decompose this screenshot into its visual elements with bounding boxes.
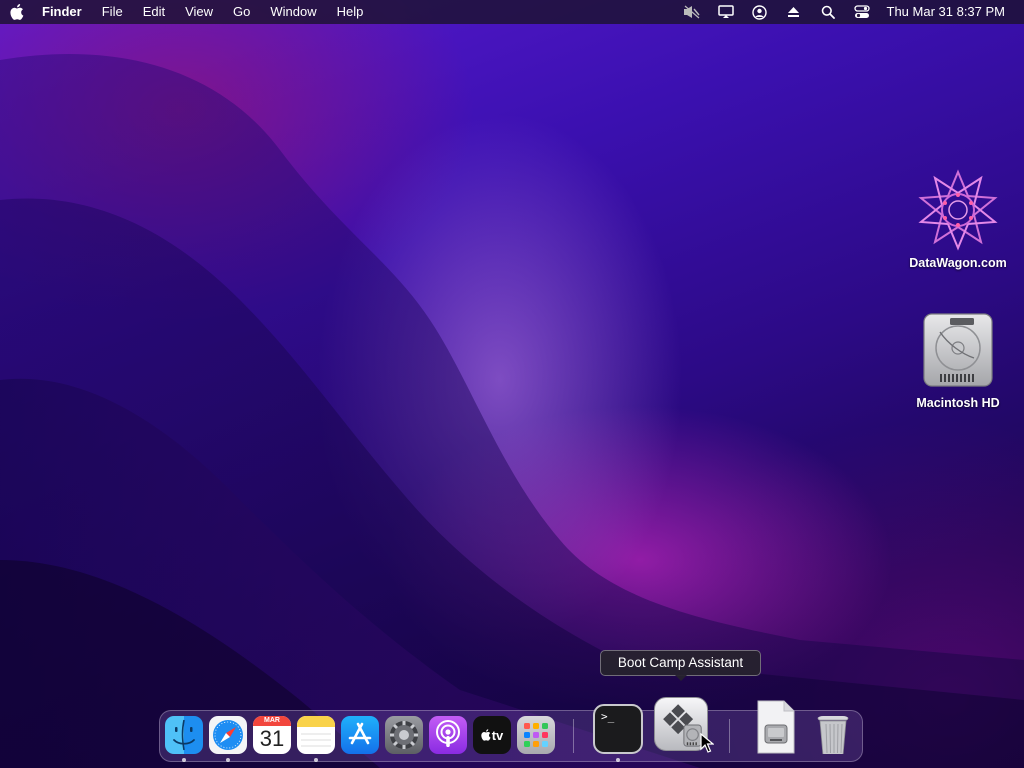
mute-icon[interactable] — [675, 0, 709, 24]
hard-drive-icon — [923, 313, 993, 387]
menu-bar: Finder File Edit View Go Window Help Thu… — [0, 0, 1024, 24]
dock-launchpad[interactable] — [517, 716, 555, 754]
app-store-icon — [348, 722, 372, 745]
user-icon[interactable] — [743, 0, 777, 24]
dock-trash[interactable] — [814, 716, 852, 754]
calendar-day: 31 — [259, 726, 285, 751]
menu-go[interactable]: Go — [223, 0, 260, 24]
menu-app-finder[interactable]: Finder — [34, 0, 92, 24]
terminal-icon: >_ — [601, 710, 615, 723]
menu-file[interactable]: File — [92, 0, 133, 24]
dock-system-preferences[interactable] — [385, 716, 423, 754]
dock-downloads[interactable] — [756, 699, 796, 755]
control-center-icon[interactable] — [845, 0, 879, 24]
dock-podcasts[interactable] — [429, 716, 467, 754]
running-indicator — [226, 758, 230, 762]
settings-gear-icon — [390, 721, 418, 749]
safari-icon — [213, 720, 243, 750]
desktop-wallpaper — [0, 0, 1024, 768]
apple-logo-icon[interactable] — [0, 0, 34, 24]
finder-icon — [173, 719, 195, 751]
menu-view[interactable]: View — [175, 0, 223, 24]
running-indicator — [616, 758, 620, 762]
launchpad-icon — [524, 723, 548, 747]
calendar-month: MAR — [253, 716, 291, 726]
dock-calendar[interactable]: MAR 31 — [253, 716, 291, 754]
dock-finder[interactable] — [165, 716, 203, 754]
dock-notes[interactable] — [297, 716, 335, 754]
dock-safari[interactable] — [209, 716, 247, 754]
datawagon-star-icon — [918, 169, 998, 251]
desktop-icon-label: Macintosh HD — [916, 396, 1000, 410]
wallpaper-ridges — [0, 54, 1024, 768]
apple-tv-label: tv — [491, 727, 504, 743]
search-icon[interactable] — [811, 0, 845, 24]
dock-tooltip: Boot Camp Assistant — [600, 650, 761, 681]
menu-bar-clock[interactable]: Thu Mar 31 8:37 PM — [879, 0, 1024, 24]
dock-separator — [729, 719, 730, 753]
menu-help[interactable]: Help — [327, 0, 374, 24]
running-indicator — [182, 758, 186, 762]
dock-app-store[interactable] — [341, 716, 379, 754]
mouse-cursor-icon — [700, 733, 714, 753]
desktop-icon-datawagon[interactable]: DataWagon.com — [903, 168, 1013, 270]
desktop-icon-macintosh-hd[interactable]: Macintosh HD — [903, 310, 1013, 410]
display-icon[interactable] — [709, 0, 743, 24]
menu-edit[interactable]: Edit — [133, 0, 175, 24]
notes-icon — [297, 716, 335, 747]
trash-icon — [817, 716, 849, 754]
apple-tv-icon: tv — [481, 727, 504, 743]
desktop-icon-label: DataWagon.com — [909, 256, 1007, 270]
running-indicator — [314, 758, 318, 762]
dock-terminal[interactable]: >_ — [593, 704, 643, 754]
menu-window[interactable]: Window — [260, 0, 326, 24]
downloads-icon — [757, 700, 795, 754]
dock-apple-tv[interactable]: tv — [473, 716, 511, 754]
dock: MAR 31 tv >_ — [159, 697, 863, 762]
dock-separator — [573, 719, 574, 753]
eject-icon[interactable] — [777, 0, 811, 24]
podcasts-icon — [436, 720, 460, 747]
